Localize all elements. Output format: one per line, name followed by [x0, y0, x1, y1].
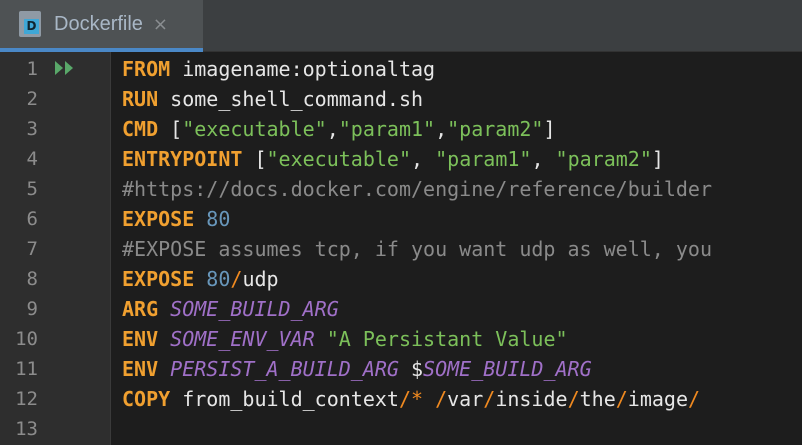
- code-token: image: [627, 387, 688, 411]
- line-number: 12: [15, 388, 38, 410]
- code-token: 80: [206, 207, 231, 231]
- code-token: "param1": [435, 147, 532, 171]
- code-line[interactable]: ENV SOME_ENV_VAR "A Persistant Value": [122, 324, 568, 354]
- tab-title: Dockerfile: [54, 12, 143, 35]
- code-token: /: [567, 387, 580, 411]
- code-token: /: [230, 267, 243, 291]
- dockerfile-icon: D: [19, 11, 41, 37]
- code-token: /: [688, 387, 701, 411]
- code-line[interactable]: #EXPOSE assumes tcp, if you want udp as …: [122, 234, 712, 264]
- code-token: ,: [411, 147, 436, 171]
- code-token: /: [435, 387, 448, 411]
- code-token: the: [579, 387, 616, 411]
- code-line[interactable]: COPY from_build_context/* /var/inside/th…: [122, 384, 700, 414]
- code-token: "A Persistant Value": [326, 327, 568, 351]
- code-line[interactable]: ENTRYPOINT ["executable", "param1", "par…: [122, 144, 664, 174]
- code-token: FROM: [122, 57, 171, 81]
- code-line[interactable]: CMD ["executable","param1","param2"]: [122, 114, 556, 144]
- code-token: SOME_ENV_VAR: [170, 327, 315, 351]
- code-line[interactable]: ENV PERSIST_A_BUILD_ARG $SOME_BUILD_ARG: [122, 354, 592, 384]
- code-token: "param2": [555, 147, 652, 171]
- code-token: [: [242, 147, 267, 171]
- code-token: "executable": [182, 117, 327, 141]
- code-token: EXPOSE: [122, 267, 195, 291]
- run-gutter-icon[interactable]: [54, 60, 76, 76]
- code-token: var: [447, 387, 484, 411]
- code-token: "executable": [266, 147, 412, 171]
- code-token: ARG: [122, 297, 159, 321]
- code-token: "param2": [447, 117, 544, 141]
- code-token: ,: [326, 117, 339, 141]
- close-icon[interactable]: ×: [153, 14, 168, 35]
- code-token: $: [398, 357, 424, 381]
- code-token: "param1": [338, 117, 436, 141]
- code-editor[interactable]: 1 2 3 4 5 6 7 8 9 10 11 12 13 FROM imagename:optiona…: [0, 52, 802, 445]
- code-line[interactable]: RUN some_shell_command.sh: [122, 84, 423, 114]
- code-line[interactable]: EXPOSE 80: [122, 204, 230, 234]
- line-number: 2: [26, 88, 38, 110]
- code-token: SOME_BUILD_ARG: [423, 357, 592, 381]
- code-token: ENV: [122, 357, 159, 381]
- file-icon-badge: D: [24, 19, 39, 34]
- code-token: 80: [206, 267, 231, 291]
- code-token: /*: [398, 387, 424, 411]
- code-token: inside: [495, 387, 568, 411]
- line-number: 10: [15, 328, 38, 350]
- code-token: COPY: [122, 387, 171, 411]
- code-token: RUN: [122, 87, 159, 111]
- line-number: 9: [26, 298, 38, 320]
- code-token: udp: [242, 267, 279, 291]
- code-token: from_build_context: [170, 387, 399, 411]
- line-number: 3: [26, 118, 38, 140]
- code-token: some_shell_command.sh: [158, 87, 424, 111]
- code-token: [: [158, 117, 183, 141]
- code-token: PERSIST_A_BUILD_ARG: [170, 357, 399, 381]
- line-number: 6: [26, 208, 38, 230]
- code-line[interactable]: ARG SOME_BUILD_ARG: [122, 294, 339, 324]
- code-token: /: [483, 387, 496, 411]
- editor-tab-bar: D Dockerfile ×: [0, 0, 802, 52]
- code-token: /: [615, 387, 628, 411]
- code-token: ]: [543, 117, 556, 141]
- code-token: ]: [651, 147, 664, 171]
- line-number: 11: [15, 358, 38, 380]
- code-token: ENTRYPOINT: [122, 147, 243, 171]
- code-token: ,: [435, 117, 448, 141]
- code-token: imagename:optionaltag: [170, 57, 436, 81]
- code-line[interactable]: #https://docs.docker.com/engine/referenc…: [122, 174, 712, 204]
- line-number: 8: [26, 268, 38, 290]
- line-number: 13: [15, 418, 38, 440]
- code-token: #https://docs.docker.com/engine/referenc…: [122, 177, 713, 201]
- line-number-gutter: 1 2 3 4 5 6 7 8 9 10 11 12 13: [0, 52, 111, 445]
- code-token: ENV: [122, 327, 159, 351]
- line-number: 5: [26, 178, 38, 200]
- code-token: #EXPOSE assumes tcp, if you want udp as …: [122, 237, 713, 261]
- code-token: ,: [531, 147, 556, 171]
- code-token: EXPOSE: [122, 207, 195, 231]
- tab-dockerfile[interactable]: D Dockerfile ×: [0, 0, 203, 52]
- code-line[interactable]: FROM imagename:optionaltag: [122, 54, 435, 84]
- line-number: 7: [26, 238, 38, 260]
- code-area[interactable]: FROM imagename:optionaltag RUN some_shell…: [122, 52, 802, 445]
- code-token: SOME_BUILD_ARG: [170, 297, 339, 321]
- code-line[interactable]: EXPOSE 80/udp: [122, 264, 279, 294]
- code-token: CMD: [122, 117, 159, 141]
- line-number: 4: [26, 148, 38, 170]
- line-number: 1: [26, 58, 38, 80]
